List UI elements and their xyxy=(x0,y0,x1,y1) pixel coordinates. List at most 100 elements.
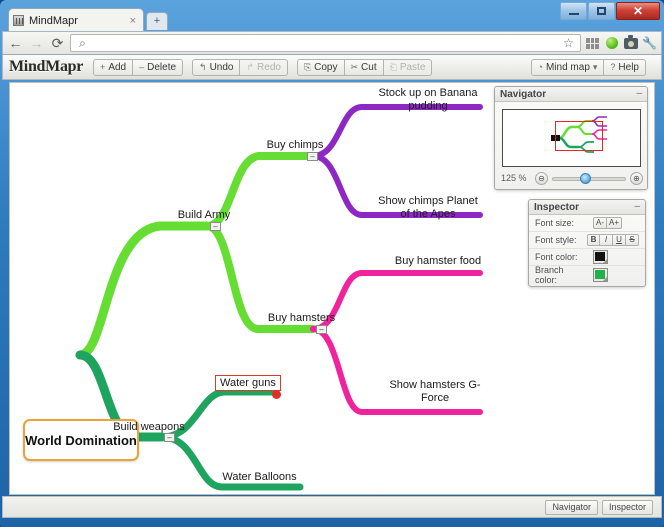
bold-button[interactable]: B xyxy=(587,234,600,246)
strikethrough-button[interactable]: S xyxy=(626,234,639,246)
forward-button[interactable]: → xyxy=(28,36,45,50)
delete-button[interactable]: – Delete xyxy=(133,58,184,76)
search-icon: ⌕ xyxy=(79,35,86,50)
reload-button[interactable]: ⟳ xyxy=(49,36,66,50)
mindmap-node-hamster-food[interactable]: Buy hamster food xyxy=(383,255,493,268)
font-size-buttons: A- A+ xyxy=(593,217,623,229)
zoom-level-label: 125 % xyxy=(501,173,527,183)
inspector-row-branch-color: Branch color: xyxy=(529,264,645,285)
font-color-swatch[interactable] xyxy=(593,250,608,264)
green-circle-glyph xyxy=(605,37,618,49)
statusbar-inspector-button[interactable]: Inspector xyxy=(601,499,653,515)
add-button-label: Add xyxy=(108,61,127,73)
navigator-collapse-icon[interactable]: – xyxy=(636,89,642,99)
navigator-panel: Navigator – 125 % ⊖ ⊕ xyxy=(494,86,648,190)
mind-map-menu-group: ◔ Mind map ▾ ? Help xyxy=(530,58,646,76)
add-button[interactable]: + Add xyxy=(93,58,134,76)
mindmap-node-build-weapons[interactable]: Build weapons xyxy=(99,421,199,434)
paste-button: ⎗ Paste xyxy=(383,58,433,76)
italic-button[interactable]: I xyxy=(600,234,613,246)
help-button[interactable]: ? Help xyxy=(604,58,646,76)
apps-grid-icon[interactable] xyxy=(585,36,600,51)
branch-color-swatch[interactable] xyxy=(593,267,608,282)
browser-tab[interactable]: MindMapr × xyxy=(8,8,144,32)
navigator-viewport-rect[interactable] xyxy=(555,121,603,151)
copy-button[interactable]: ⎘ Copy xyxy=(296,58,345,76)
inspector-row-font-size: Font size: A- A+ xyxy=(529,215,645,232)
font-color-chip xyxy=(595,252,605,261)
inspector-panel-header[interactable]: Inspector – xyxy=(529,200,645,215)
zoom-slider[interactable] xyxy=(552,172,626,185)
inspector-collapse-icon[interactable]: – xyxy=(634,202,640,212)
browser-window: ✕ MindMapr × + ← → ⟳ ⌕ ☆ 🔧 MindMapr + Ad… xyxy=(0,0,664,527)
navigator-panel-title: Navigator xyxy=(500,88,547,100)
underline-button[interactable]: U xyxy=(613,234,626,246)
app-toolbar: MindMapr + Add – Delete ↰ Undo ↱ Redo ⎘ … xyxy=(2,55,662,80)
mindmap-node-banana-pudding[interactable]: Stock up on Banana pudding xyxy=(363,87,493,113)
collapse-toggle-build-army[interactable]: – xyxy=(210,222,221,231)
inspector-row-font-style: Font style: B I U S xyxy=(529,232,645,249)
redo-button: ↱ Redo xyxy=(240,58,288,76)
address-bar[interactable]: ⌕ ☆ xyxy=(70,34,581,52)
inspector-panel: Inspector – Font size: A- A+ Font style:… xyxy=(528,199,646,287)
font-style-buttons: B I U S xyxy=(587,234,639,246)
mindmap-icon: ◔ xyxy=(537,62,543,72)
minus-icon: – xyxy=(139,62,145,72)
node-drag-handle[interactable] xyxy=(272,390,281,399)
paste-icon: ⎗ xyxy=(389,61,397,72)
tab-title: MindMapr xyxy=(29,14,78,27)
cut-button-label: Cut xyxy=(361,61,377,73)
zoom-in-icon[interactable]: ⊕ xyxy=(630,171,643,185)
navigator-thumbnail[interactable] xyxy=(502,109,641,167)
extension-green-icon[interactable] xyxy=(604,36,619,51)
mindmap-node-buy-chimps[interactable]: Buy chimps xyxy=(255,139,335,152)
app-brand-logo: MindMapr xyxy=(9,58,84,75)
collapse-toggle-buy-chimps[interactable]: – xyxy=(307,152,318,161)
branch-color-label: Branch color: xyxy=(535,264,564,285)
back-button[interactable]: ← xyxy=(7,36,24,50)
toolbar-group-clipboard: ⎘ Copy ✂ Cut ⎗ Paste xyxy=(296,58,433,76)
zoom-out-icon[interactable]: ⊖ xyxy=(535,171,548,185)
question-mark-icon: ? xyxy=(610,62,616,72)
font-size-decrease-button[interactable]: A- xyxy=(593,217,607,229)
camera-glyph xyxy=(623,34,638,49)
copy-button-label: Copy xyxy=(314,61,338,73)
redo-arrow-icon: ↱ xyxy=(246,61,255,72)
zoom-slider-thumb[interactable] xyxy=(580,172,592,184)
browser-tabstrip: MindMapr × + xyxy=(0,8,664,32)
copy-icon: ⎘ xyxy=(303,61,312,72)
mind-map-menu-button[interactable]: ◔ Mind map ▾ xyxy=(530,58,605,76)
tab-close-icon[interactable]: × xyxy=(127,15,139,27)
mindmap-node-water-balloons[interactable]: Water Balloons xyxy=(207,471,312,484)
font-size-increase-button[interactable]: A+ xyxy=(607,217,623,229)
paste-button-label: Paste xyxy=(399,61,426,73)
collapse-toggle-buy-hamsters[interactable]: – xyxy=(316,325,327,334)
branch-color-chip xyxy=(595,269,605,279)
statusbar-navigator-button[interactable]: Navigator xyxy=(545,499,598,515)
mindmap-node-build-army[interactable]: Build Army xyxy=(164,209,244,222)
new-tab-button[interactable]: + xyxy=(146,12,168,30)
font-style-label: Font style: xyxy=(535,235,577,245)
redo-button-label: Redo xyxy=(257,61,281,73)
bookmark-star-icon[interactable]: ☆ xyxy=(561,36,576,51)
screenshot-camera-icon[interactable] xyxy=(623,34,638,51)
delete-button-label: Delete xyxy=(147,61,177,73)
app-statusbar: Navigator Inspector xyxy=(2,496,662,518)
font-size-label: Font size: xyxy=(535,218,575,228)
wrench-menu-icon[interactable]: 🔧 xyxy=(642,36,657,51)
undo-button[interactable]: ↰ Undo xyxy=(192,58,241,76)
browser-navigation-bar: ← → ⟳ ⌕ ☆ 🔧 xyxy=(2,31,662,55)
mindmap-node-water-guns-selected[interactable]: Water guns xyxy=(215,375,281,391)
mindmap-node-hamsters-g-force[interactable]: Show hamsters G- Force xyxy=(376,379,494,405)
apps-grid-glyph xyxy=(586,37,599,49)
toolbar-group-history: ↰ Undo ↱ Redo xyxy=(192,58,288,76)
cut-button[interactable]: ✂ Cut xyxy=(344,58,384,76)
mindmap-node-planet-of-the-apes[interactable]: Show chimps Planet of the Apes xyxy=(363,195,493,221)
plus-icon: + xyxy=(100,62,106,72)
mind-map-menu-label: Mind map xyxy=(545,61,590,73)
toolbar-group-right: ◔ Mind map ▾ ? Help xyxy=(530,58,655,76)
undo-button-label: Undo xyxy=(209,61,234,73)
mindmap-node-buy-hamsters[interactable]: Buy hamsters xyxy=(254,312,349,325)
collapse-toggle-build-weapons[interactable]: – xyxy=(164,433,175,442)
navigator-panel-header[interactable]: Navigator – xyxy=(495,87,647,102)
